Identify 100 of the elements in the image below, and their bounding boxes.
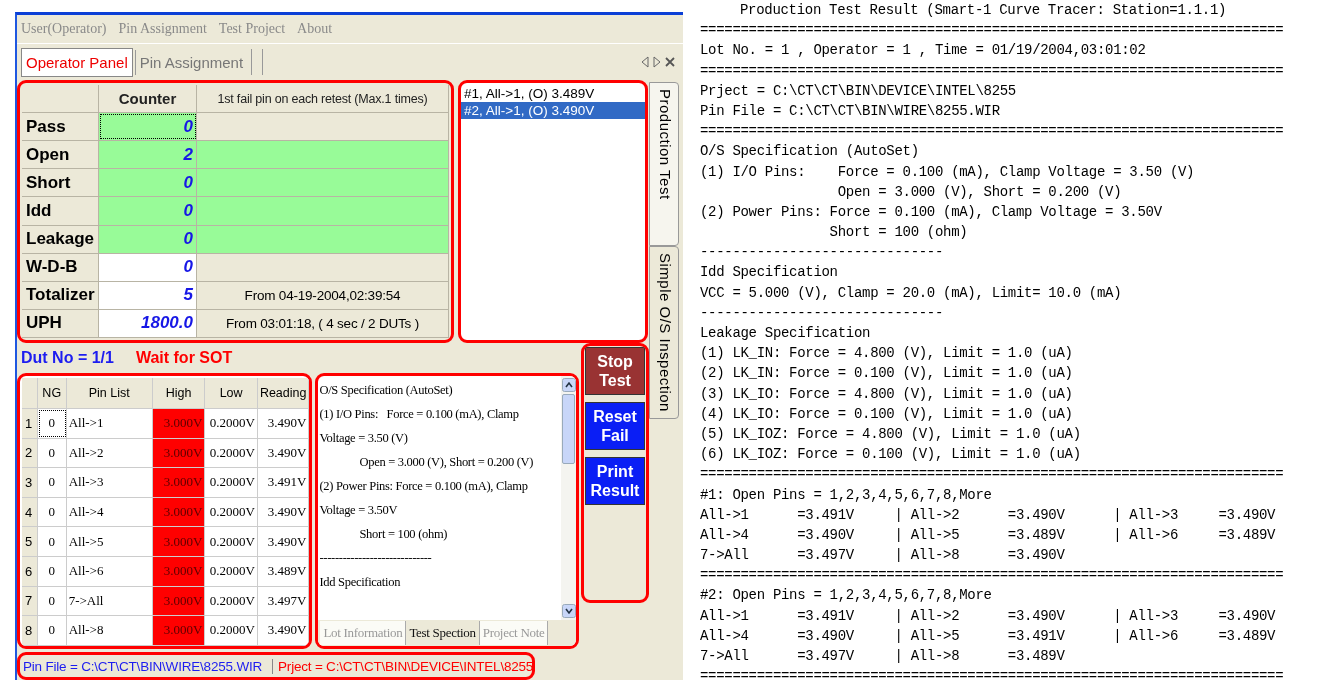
- tab[interactable]: Pin Assignment: [134, 49, 248, 75]
- report-line: ========================================================================: [700, 667, 1285, 687]
- table-cell: 3.490V: [257, 527, 310, 556]
- table-cell: 3.491V: [257, 468, 310, 497]
- table-cell: 0.2000V: [205, 586, 258, 616]
- table-cell: 3.000V: [152, 527, 206, 556]
- vertical-tab[interactable]: Production Test: [649, 82, 679, 246]
- row-number: 2: [22, 438, 38, 468]
- report-line: ------------------------------: [700, 243, 945, 263]
- table-cell: 0: [37, 468, 67, 497]
- tab-divider-icon: [251, 49, 264, 75]
- row-number: 5: [22, 527, 38, 556]
- report-line: ------------------------------: [700, 303, 945, 323]
- report-line: Short = 100 (ohm): [828, 223, 969, 243]
- action-button[interactable]: Reset Fail: [585, 402, 645, 450]
- vertical-tab[interactable]: Simple O/S Inspection: [649, 246, 679, 419]
- spec-line: (2) Power Pins: Force = 0.100 (mA), Clamp: [319, 478, 529, 495]
- counter-cell: 5: [99, 281, 197, 309]
- fail-pin-cell: From 03:01:18, ( 4 sec / 2 DUTs ): [197, 309, 449, 337]
- next-icon[interactable]: [653, 56, 661, 68]
- report-line: All->4 =3.490V | All->5 =3.489V | All->6 =3.489V: [700, 525, 1277, 545]
- table-cell: 3.000V: [152, 409, 206, 438]
- status-text: Wait for SOT: [135, 349, 233, 367]
- report-line: ========================================================================: [700, 122, 1285, 142]
- table-cell: 3.497V: [257, 586, 310, 616]
- list-item[interactable]: #1, All->1, (O) 3.489V: [461, 85, 645, 102]
- report-line: 7->All =3.497V | All->8 =3.489V: [700, 647, 1066, 666]
- table-cell: 3.490V: [257, 438, 310, 468]
- table-cell: 0.2000V: [205, 438, 258, 468]
- counter-cell: 1800.0: [99, 309, 197, 337]
- report-line: #1: Open Pins = 1,2,3,4,5,6,7,8,More: [700, 485, 993, 505]
- tab[interactable]: Project Note: [479, 621, 549, 645]
- report-line: ========================================================================: [700, 566, 1285, 586]
- table-cell: 3.490V: [257, 497, 310, 527]
- table-cell: 3.489V: [257, 556, 310, 586]
- counter-cell: 2: [99, 141, 197, 169]
- spec-line: O/S Specification (AutoSet): [319, 382, 454, 399]
- report-line: #2: Open Pins = 1,2,3,4,5,6,7,8,More: [700, 586, 993, 606]
- report-line: (2) Power Pins: Force = 0.100 (mA), Clamp Voltage = 3.50V: [700, 202, 1163, 222]
- fail-pin-cell: From 04-19-2004,02:39:54: [197, 281, 449, 309]
- table-cell: 0.2000V: [205, 556, 258, 586]
- table-cell: 7->All: [66, 586, 153, 616]
- table-cell: 0: [37, 586, 67, 616]
- table-cell: 3.490V: [257, 616, 310, 645]
- report-line: ========================================================================: [700, 61, 1285, 81]
- spec-line: (1) I/O Pins: Force = 0.100 (mA), Clamp: [319, 406, 520, 423]
- report-line: VCC = 5.000 (V), Clamp = 20.0 (mA), Limit= 10.0 (mA): [700, 283, 1123, 303]
- scroll-thumb[interactable]: [562, 394, 575, 464]
- table-cell: All->3: [66, 468, 153, 497]
- report-line: Idd Specification: [700, 263, 839, 283]
- action-button[interactable]: Print Result: [585, 457, 645, 505]
- report-line: (2) LK_IN: Force = 0.100 (V), Limit = 1.0 (uA): [700, 364, 1074, 384]
- column-header: NG: [37, 378, 67, 408]
- table-cell: 3.000V: [152, 616, 206, 645]
- table-cell: 0: [37, 616, 67, 645]
- spec-line: Idd Specification: [319, 574, 402, 591]
- tab[interactable]: Operator Panel: [21, 47, 133, 77]
- table-cell: 0: [37, 409, 67, 438]
- spec-line: Voltage = 3.50V: [319, 502, 399, 519]
- scrollbar[interactable]: [561, 376, 576, 620]
- column-header: High: [152, 378, 206, 408]
- report-line: 7->All =3.497V | All->8 =3.490V: [700, 546, 1066, 566]
- report-line: Pin File = C:\CT\CT\BIN\WIRE\8255.WIR: [700, 101, 1001, 121]
- spec-line: Voltage = 3.50 (V): [319, 430, 409, 447]
- list-item[interactable]: #2, All->1, (O) 3.490V: [461, 102, 645, 119]
- table-cell: 0: [37, 527, 67, 556]
- report-line: All->4 =3.490V | All->5 =3.491V | All->6 =3.489V: [700, 626, 1277, 646]
- counter-cell: 0: [99, 253, 197, 281]
- row-number: 3: [22, 468, 38, 497]
- table-cell: 3.000V: [152, 468, 206, 497]
- report-line: ========================================================================: [700, 21, 1285, 41]
- spec-line: -----------------------------: [319, 550, 433, 567]
- table-cell: All->5: [66, 527, 153, 556]
- spec-line: Short = 100 (ohm): [358, 526, 449, 543]
- pin-file-path: Pin File = C:\CT\CT\BIN\WIRE\8255.WIR: [23, 658, 263, 674]
- counter-cell: 0: [99, 113, 197, 141]
- table-cell: 0.2000V: [205, 497, 258, 527]
- table-cell: 0.2000V: [205, 527, 258, 556]
- tab[interactable]: Lot Information: [320, 621, 407, 645]
- report-line: (3) LK_IO: Force = 4.800 (V), Limit = 1.0 (uA): [700, 384, 1074, 404]
- close-icon[interactable]: [665, 57, 675, 67]
- table-cell: 0.2000V: [205, 468, 258, 497]
- report-line: All->1 =3.491V | All->2 =3.490V | All->3 =3.490V: [700, 505, 1277, 525]
- table-cell: 0.2000V: [205, 409, 258, 438]
- report-line: Leakage Specification: [700, 324, 872, 343]
- column-header: 1st fail pin on each retest (Max.1 times): [197, 85, 449, 113]
- table-cell: 0: [37, 497, 67, 527]
- action-button[interactable]: Stop Test: [585, 347, 645, 395]
- tab[interactable]: Test Spection: [406, 621, 480, 645]
- column-header: Pin List: [66, 378, 153, 408]
- report-line: (4) LK_IO: Force = 0.100 (V), Limit = 1.0 (uA): [700, 404, 1074, 424]
- column-header: Reading: [257, 378, 310, 408]
- row-number: 8: [22, 616, 38, 645]
- report-line: Prject = C:\CT\CT\BIN\DEVICE\INTEL\8255: [700, 81, 1017, 101]
- previous-icon[interactable]: [641, 56, 649, 68]
- table-cell: All->8: [66, 616, 153, 645]
- scroll-down-icon[interactable]: [561, 604, 576, 618]
- scroll-up-icon[interactable]: [561, 378, 576, 392]
- row-number: 4: [22, 497, 38, 527]
- report-line: (1) I/O Pins: Force = 0.100 (mA), Clamp Voltage = 3.50 (V): [700, 162, 1196, 182]
